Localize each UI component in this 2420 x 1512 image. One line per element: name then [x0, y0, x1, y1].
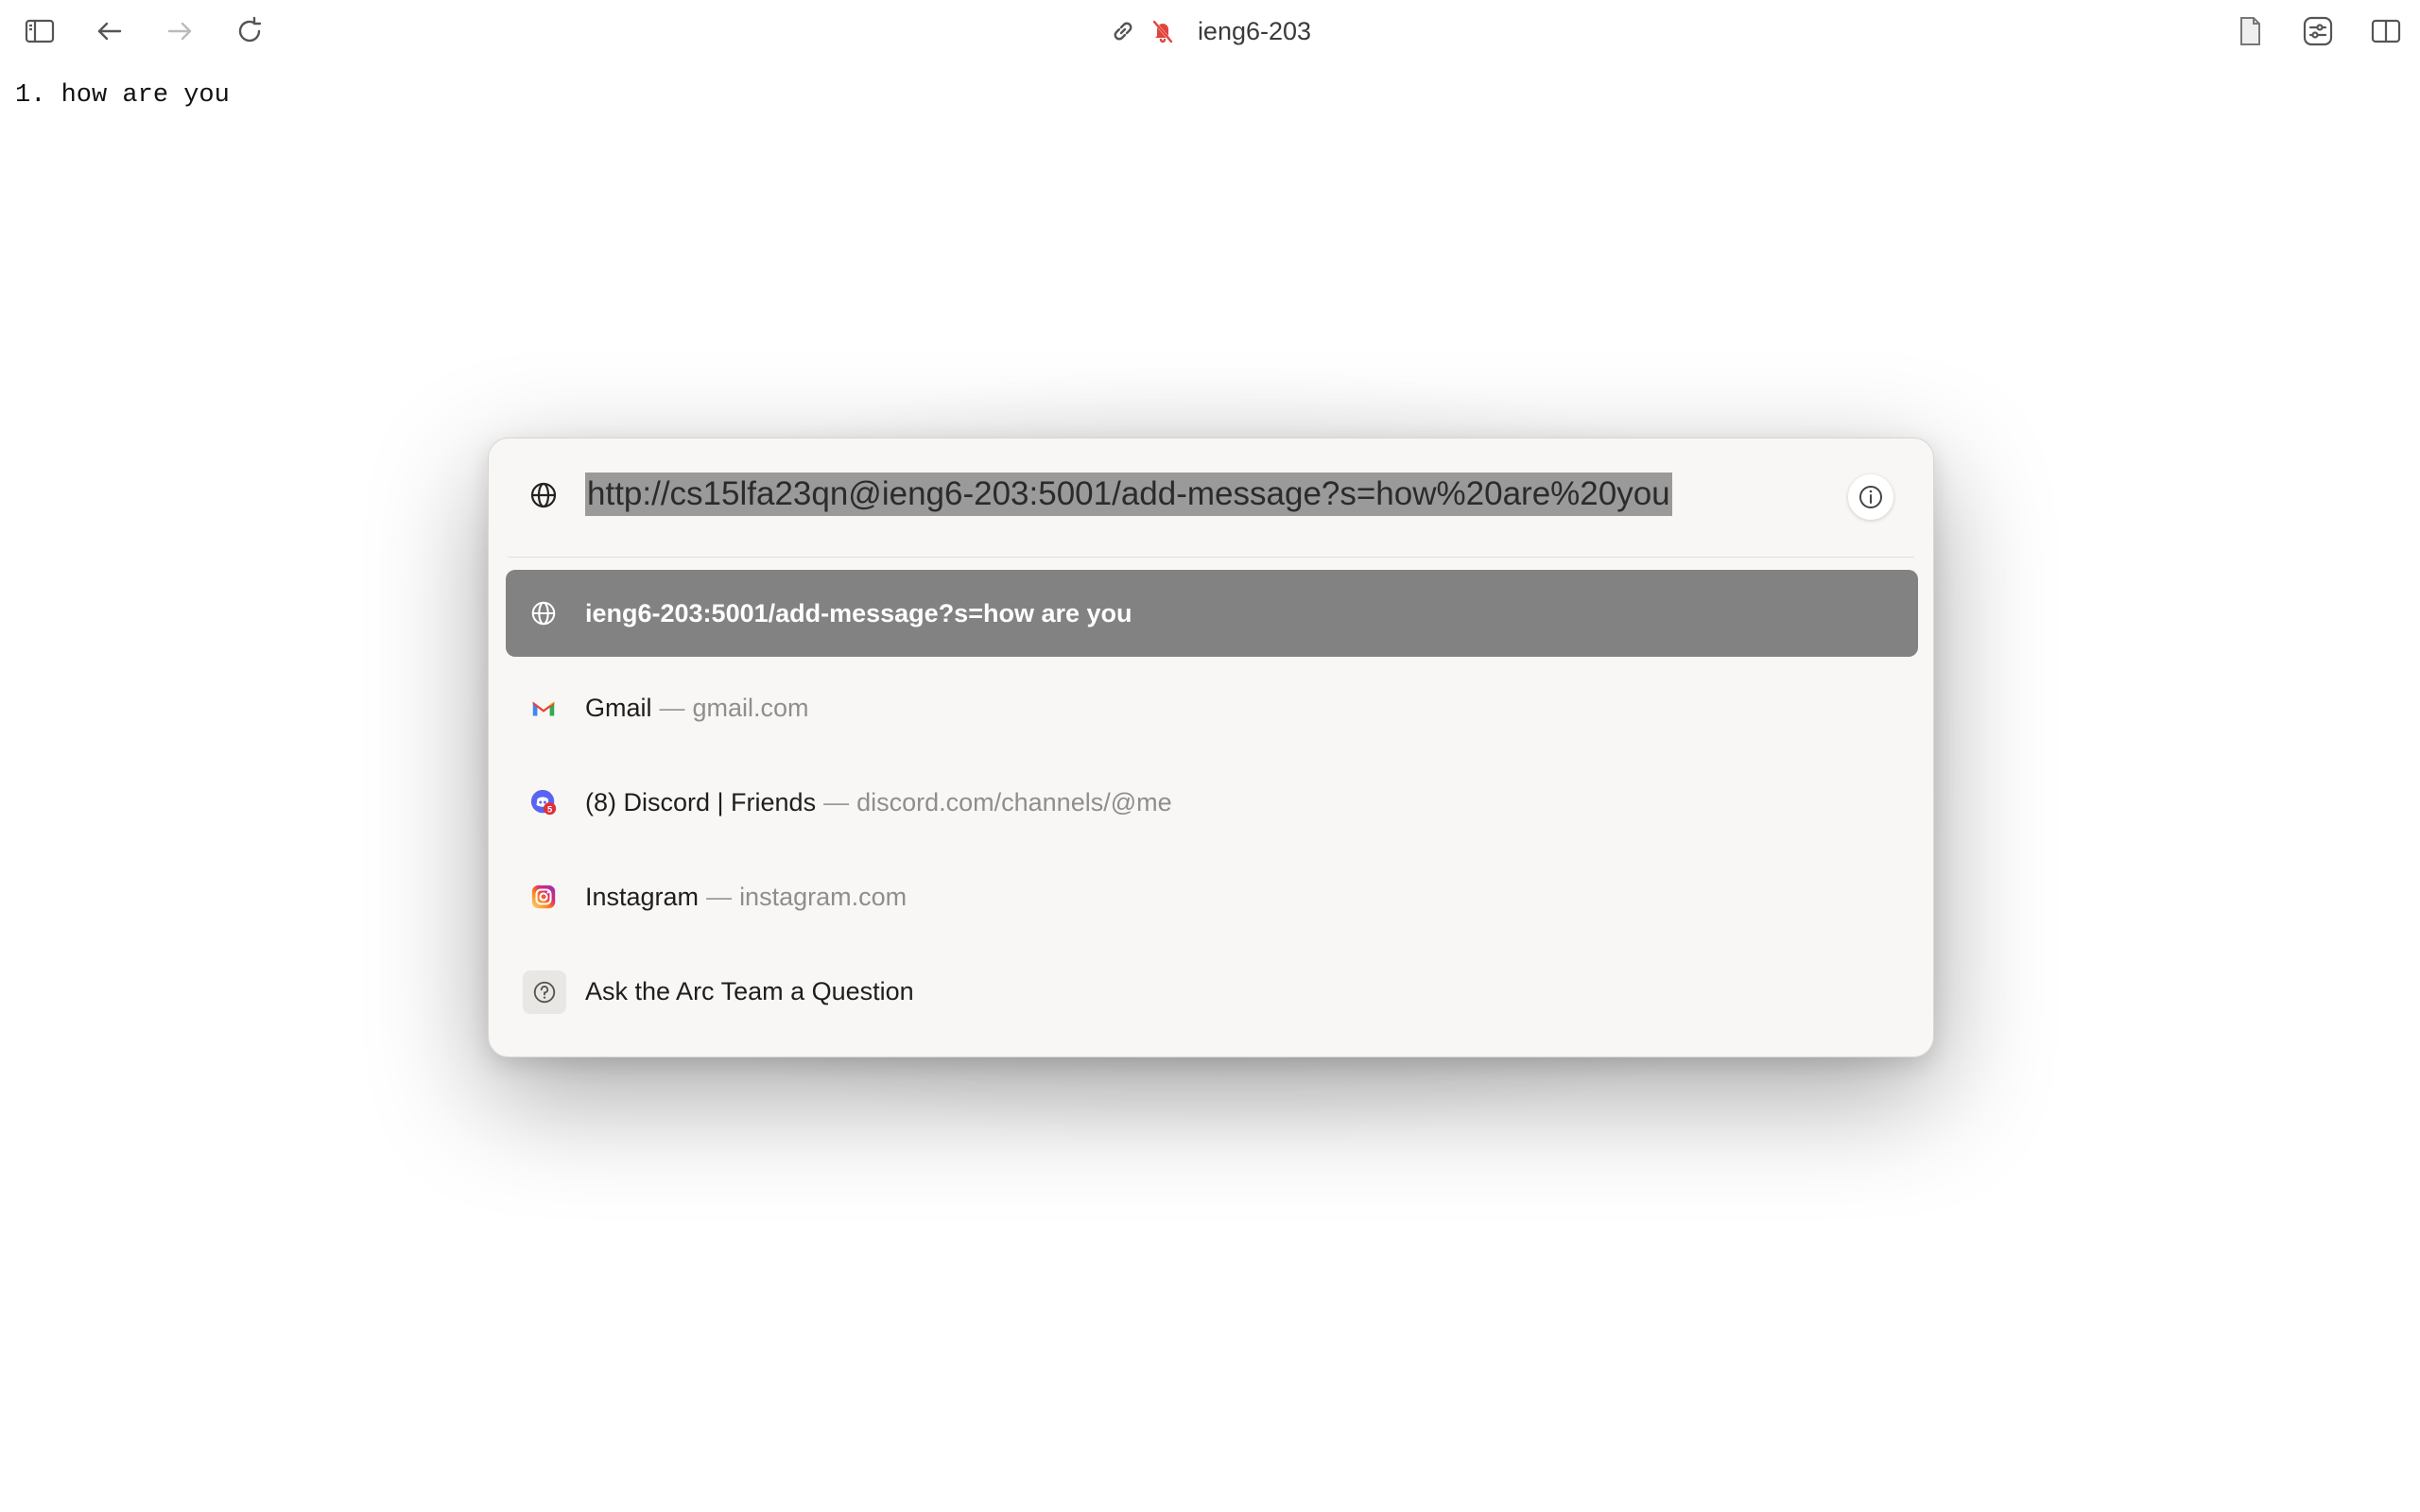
suggestion-subtitle: gmail.com: [692, 694, 809, 722]
page-list-item: 1. how are you: [15, 81, 230, 110]
site-controls-icon[interactable]: [2301, 14, 2335, 48]
suggestion-title: Ask the Arc Team a Question: [585, 977, 914, 1005]
reader-mode-icon[interactable]: [2233, 14, 2267, 48]
suggestion-row-url[interactable]: ieng6-203:5001/add-message?s=how are you: [506, 570, 1918, 657]
browser-toolbar: ieng6-203: [0, 0, 2420, 62]
suggestion-text: (8) Discord | Friends — discord.com/channe…: [585, 759, 1172, 846]
suggestion-title: Gmail: [585, 694, 652, 722]
link-icon[interactable]: [1109, 17, 1137, 45]
globe-icon: [528, 480, 559, 510]
suggestion-text: Instagram — instagram.com: [585, 853, 907, 940]
divider: [508, 557, 1914, 558]
gmail-icon: [528, 693, 559, 723]
question-icon: [523, 971, 566, 1014]
split-view-icon[interactable]: [2369, 14, 2403, 48]
separator: —: [706, 883, 733, 911]
tab-title: ieng6-203: [1197, 16, 1312, 45]
suggestion-title: (8) Discord | Friends: [585, 788, 817, 816]
info-icon: [1859, 486, 1882, 508]
suggestion-subtitle: discord.com/channels/@me: [856, 788, 1172, 816]
globe-icon: [528, 598, 559, 628]
url-input[interactable]: http://cs15lfa23qn@ieng6-203:5001/add-me…: [585, 472, 1672, 516]
separator: —: [659, 694, 685, 722]
muted-notifications-icon[interactable]: [1149, 17, 1177, 45]
suggestion-row-gmail[interactable]: Gmail — gmail.com: [506, 664, 1918, 751]
svg-text:5: 5: [547, 804, 552, 814]
instagram-icon: [528, 882, 559, 912]
suggestion-row-ask-arc[interactable]: Ask the Arc Team a Question: [506, 948, 1918, 1035]
suggestion-row-instagram[interactable]: Instagram — instagram.com: [506, 853, 1918, 940]
suggestion-row-discord[interactable]: 5 (8) Discord | Friends — discord.com/chan…: [506, 759, 1918, 846]
suggestion-title: Instagram: [585, 883, 700, 911]
command-bar: http://cs15lfa23qn@ieng6-203:5001/add-me…: [488, 438, 1934, 1057]
suggestion-text: Gmail — gmail.com: [585, 664, 809, 751]
address-title[interactable]: ieng6-203: [0, 13, 2420, 49]
url-row[interactable]: http://cs15lfa23qn@ieng6-203:5001/add-me…: [489, 438, 1933, 557]
info-button[interactable]: [1848, 474, 1893, 520]
suggestion-title: ieng6-203:5001/add-message?s=how are you: [585, 599, 1132, 627]
discord-icon: 5: [528, 787, 559, 817]
separator: —: [823, 788, 850, 816]
suggestion-subtitle: instagram.com: [739, 883, 908, 911]
